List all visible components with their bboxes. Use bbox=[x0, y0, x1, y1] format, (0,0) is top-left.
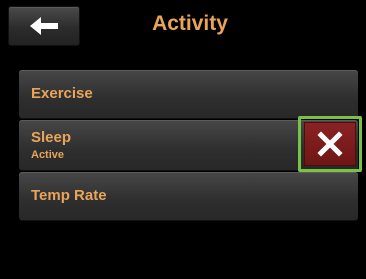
cancel-sleep-button[interactable] bbox=[304, 122, 356, 166]
cancel-button-highlight bbox=[298, 116, 362, 172]
back-button[interactable] bbox=[8, 6, 80, 46]
arrow-left-icon bbox=[28, 16, 60, 36]
menu-item-label: Temp Rate bbox=[31, 187, 107, 204]
menu-item-temp-rate[interactable]: Temp Rate bbox=[19, 172, 358, 220]
activity-screen: Activity Exercise Sleep Active Temp Rate bbox=[0, 0, 366, 279]
menu-item-label: Exercise bbox=[31, 85, 93, 102]
menu-item-status: Active bbox=[31, 149, 65, 161]
close-x-icon bbox=[317, 131, 343, 157]
page-title: Activity bbox=[152, 12, 228, 35]
menu-item-exercise[interactable]: Exercise bbox=[19, 70, 358, 118]
menu-item-label: Sleep bbox=[31, 129, 72, 146]
